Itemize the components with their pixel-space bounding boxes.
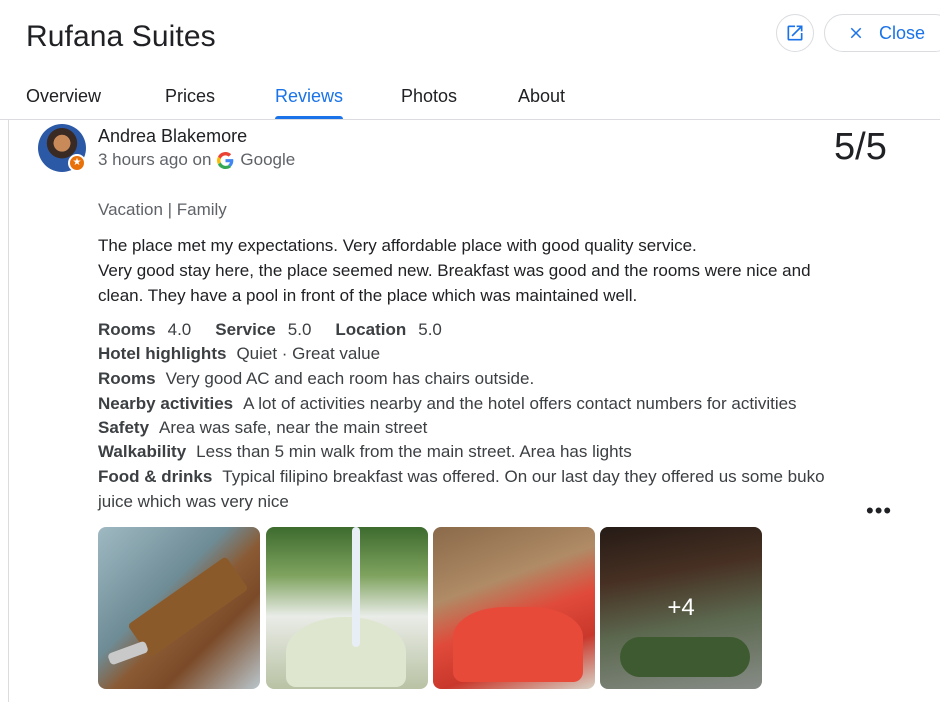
detail-label: Nearby activities bbox=[98, 394, 234, 413]
tab-about[interactable]: About bbox=[518, 86, 565, 107]
detail-row: Walkability Less than 5 min walk from the… bbox=[98, 440, 632, 464]
google-logo-icon bbox=[217, 151, 234, 169]
sub-ratings: Rooms 4.0 Service 5.0 Location 5.0 bbox=[98, 320, 466, 340]
detail-row: Rooms Very good AC and each room has chai… bbox=[98, 367, 534, 391]
detail-label: Walkability bbox=[98, 442, 187, 461]
local-guide-badge-icon: ★ bbox=[68, 154, 86, 172]
straw-shape bbox=[352, 527, 360, 647]
open-external-button[interactable] bbox=[776, 14, 814, 52]
tab-bar: Overview Prices Reviews Photos About bbox=[0, 72, 940, 120]
rating-value: 5.0 bbox=[418, 320, 442, 339]
close-button[interactable]: Close bbox=[824, 14, 940, 52]
active-tab-indicator bbox=[275, 116, 343, 119]
review-meta: 3 hours ago on Google bbox=[98, 150, 295, 170]
review-photo-coconut[interactable] bbox=[266, 527, 428, 689]
review-text: The place met my expectations. Very affo… bbox=[98, 233, 858, 308]
more-photos-count: +4 bbox=[600, 527, 762, 689]
review-photo-more[interactable]: +4 bbox=[600, 527, 762, 689]
detail-row: Food & drinks Typical filipino breakfast … bbox=[98, 465, 825, 489]
detail-value: Quiet · Great value bbox=[236, 344, 381, 363]
review-source: Google bbox=[240, 150, 296, 169]
detail-value: Less than 5 min walk from the main stree… bbox=[196, 442, 632, 461]
more-horizontal-icon[interactable]: ••• bbox=[866, 498, 892, 524]
tab-reviews[interactable]: Reviews bbox=[275, 86, 343, 107]
detail-value: Very good AC and each room has chairs ou… bbox=[165, 369, 535, 388]
detail-label: Hotel highlights bbox=[98, 344, 227, 363]
watermelon-shape bbox=[453, 607, 583, 682]
rating-label: Location bbox=[335, 320, 407, 339]
review-text-line: The place met my expectations. Very affo… bbox=[98, 236, 697, 255]
divider bbox=[8, 120, 9, 702]
detail-label: Safety bbox=[98, 418, 150, 437]
review-text-line: clean. They have a pool in front of the … bbox=[98, 286, 638, 305]
header: Rufana Suites Close bbox=[0, 0, 940, 72]
detail-value: A lot of activities nearby and the hotel… bbox=[243, 394, 797, 413]
detail-value: Typical filipino breakfast was offered. … bbox=[222, 467, 825, 486]
review-score: 5/5 bbox=[834, 126, 887, 168]
rating-value: 4.0 bbox=[167, 320, 192, 339]
detail-continuation: juice which was very nice bbox=[98, 492, 289, 511]
review-photo-watermelon[interactable] bbox=[433, 527, 595, 689]
tab-overview[interactable]: Overview bbox=[26, 86, 101, 107]
detail-row: Nearby activities A lot of activities nea… bbox=[98, 392, 797, 416]
review-author[interactable]: Andrea Blakemore bbox=[98, 126, 247, 147]
close-button-label: Close bbox=[879, 22, 926, 43]
rating-value: 5.0 bbox=[287, 320, 312, 339]
review-photo-key[interactable] bbox=[98, 527, 260, 689]
page-title: Rufana Suites bbox=[26, 20, 216, 53]
tab-prices[interactable]: Prices bbox=[165, 86, 215, 107]
open-in-new-icon bbox=[787, 25, 803, 41]
review-time: 3 hours ago on bbox=[98, 150, 212, 169]
detail-label: Food & drinks bbox=[98, 467, 213, 486]
rating-label: Service bbox=[215, 320, 276, 339]
detail-row: Safety Area was safe, near the main stree… bbox=[98, 416, 427, 440]
key-shape bbox=[107, 640, 149, 666]
review-text-line: Very good stay here, the place seemed ne… bbox=[98, 261, 811, 280]
rating-label: Rooms bbox=[98, 320, 156, 339]
detail-label: Rooms bbox=[98, 369, 156, 388]
detail-value: Area was safe, near the main street bbox=[159, 418, 428, 437]
tab-photos[interactable]: Photos bbox=[401, 86, 457, 107]
close-icon bbox=[850, 27, 862, 39]
detail-row: Hotel highlights Quiet · Great value bbox=[98, 342, 380, 366]
trip-type: Vacation | Family bbox=[98, 200, 227, 219]
coconut-shape bbox=[286, 617, 406, 687]
